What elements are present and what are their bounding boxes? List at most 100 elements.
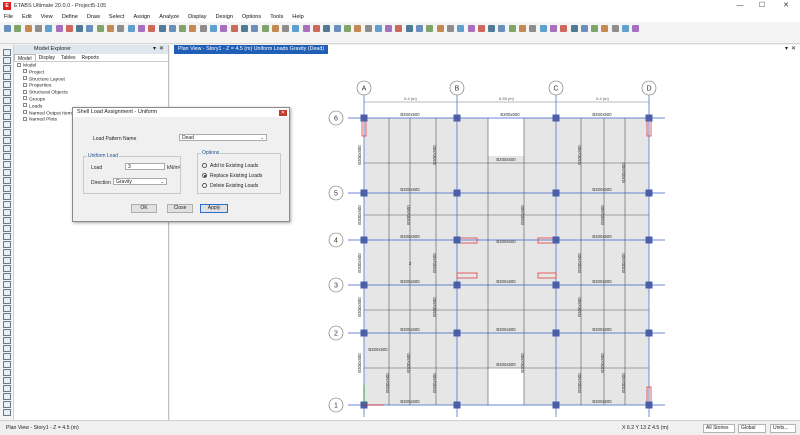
beam-label[interactable]: B300x500 [406,205,411,225]
beam-label[interactable]: B300x500 [400,187,420,192]
toolbar-button[interactable] [580,25,588,32]
tree-item-project[interactable]: Project [14,69,168,77]
beam-label[interactable]: B300x500 [496,327,516,332]
beam-label[interactable]: B300x500 [577,297,582,317]
menu-file[interactable]: File [4,14,13,20]
draw-tool-button[interactable] [3,81,11,88]
close-icon[interactable]: ✕ [791,45,796,54]
toolbar-button[interactable] [395,25,403,32]
menu-select[interactable]: Select [109,14,125,20]
toolbar-button[interactable] [529,25,537,32]
beam-label[interactable]: B300x500 [400,279,420,284]
beam-label[interactable]: B300x500 [621,373,626,393]
column[interactable] [453,236,461,244]
column[interactable] [453,329,461,337]
draw-tool-button[interactable] [3,233,11,240]
beam-label[interactable]: B300x500 [400,234,420,239]
draw-tool-button[interactable] [3,225,11,232]
beam-label[interactable]: B300x500 [592,234,612,239]
menu-assign[interactable]: Assign [133,14,150,20]
expand-icon[interactable] [23,69,27,74]
draw-tool-button[interactable] [3,305,11,312]
toolbar-button[interactable] [251,25,259,32]
column[interactable] [360,189,368,197]
beam-label[interactable]: B300x500 [432,253,437,273]
dialog-close-button[interactable]: ✕ [279,109,287,116]
draw-tool-button[interactable] [3,257,11,264]
toolbar-button[interactable] [24,25,32,32]
toolbar-button[interactable] [86,25,94,32]
expand-icon[interactable] [23,116,27,121]
draw-tool-button[interactable] [3,409,11,416]
beam-label[interactable]: B300x500 [592,399,612,404]
minimize-button[interactable]: — [730,0,750,12]
toolbar-button[interactable] [107,25,114,32]
close-icon[interactable]: ✕ [159,45,164,54]
toolbar-button[interactable] [45,25,53,32]
draw-tool-button[interactable] [3,89,11,96]
beam-label[interactable]: B300x500 [496,279,516,284]
close-button[interactable]: Close [167,204,193,213]
menu-tools[interactable]: Tools [270,14,283,20]
draw-tool-button[interactable] [3,73,11,80]
toolbar-button[interactable] [220,25,228,32]
column[interactable] [552,236,560,244]
beam-label[interactable]: B300x500 [496,157,516,162]
toolbar-button[interactable] [436,25,444,32]
beam-label[interactable]: B300x500 [406,353,411,373]
toolbar-button[interactable] [210,25,217,32]
draw-tool-button[interactable] [3,201,11,208]
toolbar-button[interactable] [65,25,73,32]
beam-label[interactable]: B300x500 [357,145,362,165]
draw-tool-button[interactable] [3,393,11,400]
column[interactable] [552,281,560,289]
draw-tool-button[interactable] [3,321,11,328]
draw-tool-button[interactable] [3,145,11,152]
draw-tool-button[interactable] [3,345,11,352]
toolbar-button[interactable] [374,25,382,32]
draw-tool-button[interactable] [3,385,11,392]
menu-view[interactable]: View [41,14,53,20]
beam-label[interactable]: B300x500 [592,187,612,192]
beam-label[interactable]: B300x500 [385,373,390,393]
menu-analyze[interactable]: Analyze [159,14,179,20]
tab-model[interactable]: Model [14,54,36,62]
column[interactable] [645,114,653,122]
draw-tool-button[interactable] [3,297,11,304]
toolbar-button[interactable] [457,25,465,32]
draw-tool-button[interactable] [3,177,11,184]
draw-tool-button[interactable] [3,329,11,336]
coordinate-system-select[interactable]: Global [738,423,766,433]
draw-tool-button[interactable] [3,121,11,128]
toolbar-button[interactable] [498,25,506,32]
toolbar-button[interactable] [282,25,290,32]
toolbar-button[interactable] [601,25,609,32]
toolbar-button[interactable] [323,25,331,32]
tree-item-structural-objects[interactable]: Structural Objects [14,89,168,97]
toolbar-button[interactable] [364,25,372,32]
draw-tool-button[interactable] [3,337,11,344]
beam-label[interactable]: B300x500 [577,253,582,273]
pin-icon[interactable]: ▾ [785,45,788,54]
load-pattern-select[interactable]: Dead ⌄ [179,134,267,141]
toolbar-button[interactable] [354,25,362,32]
toolbar-button[interactable] [405,25,413,32]
toolbar-button[interactable] [292,25,300,32]
draw-tool-button[interactable] [3,401,11,408]
toolbar-button[interactable] [34,25,42,32]
toolbar-button[interactable] [117,25,125,32]
toolbar-button[interactable] [4,25,11,32]
menu-help[interactable]: Help [292,14,304,20]
delete-existing-radio[interactable] [202,183,207,188]
beam-label[interactable]: B300x500 [357,353,362,373]
tab-display[interactable]: Display [36,54,58,61]
beam-label[interactable]: B300x500 [432,373,437,393]
draw-tool-button[interactable] [3,353,11,360]
draw-tool-button[interactable] [3,129,11,136]
draw-tool-button[interactable] [3,265,11,272]
expand-icon[interactable] [23,82,27,87]
plan-view-tab[interactable]: Plan View - Story1 - Z = 4.5 (m) Uniform… [174,45,329,54]
menu-options[interactable]: Options [242,14,261,20]
toolbar-button[interactable] [148,25,156,32]
menu-design[interactable]: Design [216,14,233,20]
